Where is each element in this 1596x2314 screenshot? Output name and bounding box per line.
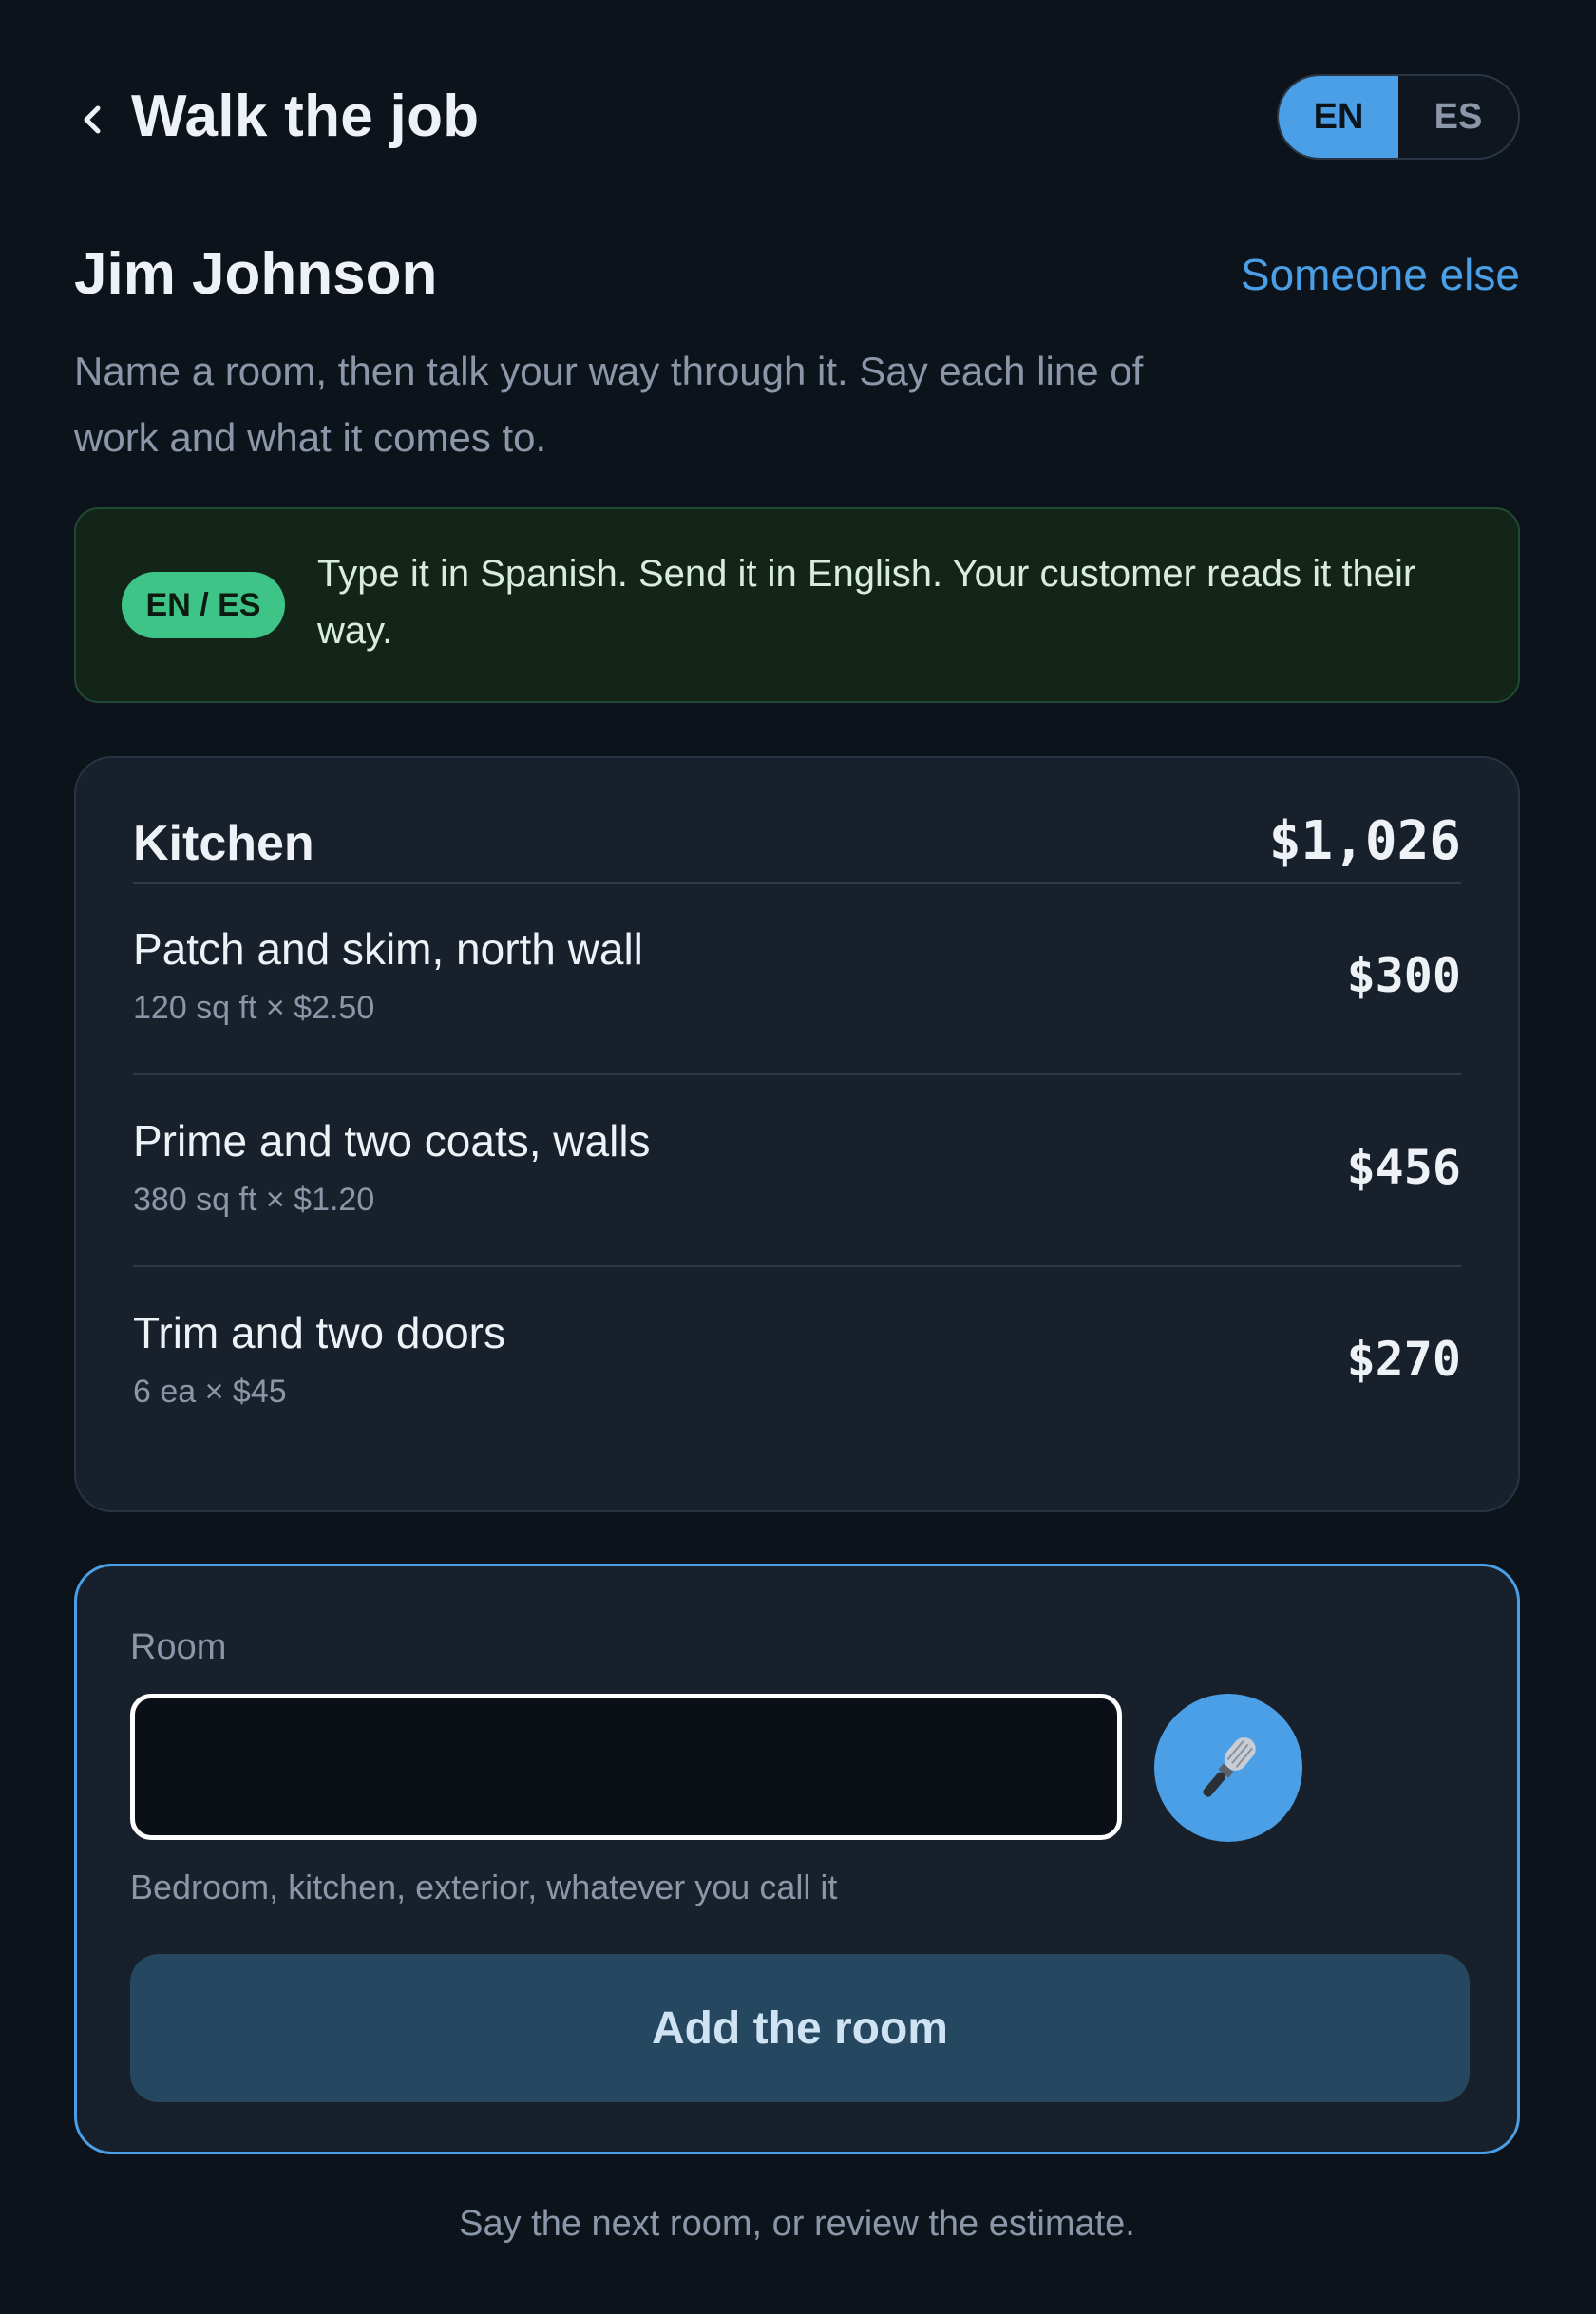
line-item-name: Patch and skim, north wall xyxy=(133,924,643,974)
line-item-name: Prime and two coats, walls xyxy=(133,1116,651,1166)
line-item-amount: $456 xyxy=(1346,1140,1461,1195)
customer-name: Jim Johnson xyxy=(74,241,438,307)
line-item[interactable]: Prime and two coats, walls 380 sq ft × $… xyxy=(133,1075,1461,1267)
microphone-icon xyxy=(1203,1737,1256,1797)
header: Walk the job EN ES xyxy=(74,74,1520,163)
room-total: $1,026 xyxy=(1268,810,1461,872)
line-item-detail: 380 sq ft × $1.20 xyxy=(133,1182,375,1218)
line-item-amount: $270 xyxy=(1346,1332,1461,1387)
translation-banner: EN / ES Type it in Spanish. Send it in E… xyxy=(74,507,1520,703)
footer-hint: Say the next room, or review the estimat… xyxy=(459,2204,1135,2244)
line-item-detail: 120 sq ft × $2.50 xyxy=(133,990,375,1026)
walk-the-job-screen: Walk the job EN ES Jim Johnson Someone e… xyxy=(74,0,1520,2314)
voice-input-button[interactable] xyxy=(1154,1694,1302,1842)
line-item[interactable]: Patch and skim, north wall 120 sq ft × $… xyxy=(133,883,1461,1075)
language-option-es[interactable]: ES xyxy=(1398,76,1518,158)
room-input[interactable] xyxy=(130,1694,1122,1840)
language-option-en[interactable]: EN xyxy=(1279,76,1398,158)
line-item-amount: $300 xyxy=(1346,948,1461,1003)
add-room-form: Room Bedroom, kitchen, exterior, whateve… xyxy=(74,1564,1520,2154)
intro-text: Name a room, then talk your way through … xyxy=(74,349,1144,460)
line-item-name: Trim and two doors xyxy=(133,1308,505,1357)
line-items: Patch and skim, north wall 120 sq ft × $… xyxy=(133,883,1461,1457)
line-item[interactable]: Trim and two doors 6 ea × $45 $270 xyxy=(133,1267,1461,1457)
line-item-detail: 6 ea × $45 xyxy=(133,1374,287,1410)
room-name: Kitchen xyxy=(133,816,314,871)
language-badge: EN / ES xyxy=(122,572,285,638)
add-room-button[interactable]: Add the room xyxy=(130,1954,1470,2102)
room-field-label: Room xyxy=(130,1627,227,1667)
language-toggle: EN ES xyxy=(1277,74,1520,160)
banner-text: Type it in Spanish. Send it in English. … xyxy=(317,553,1416,652)
room-card: Kitchen $1,026 Patch and skim, north wal… xyxy=(74,756,1520,1512)
chevron-left-icon xyxy=(84,105,101,134)
page-title: Walk the job xyxy=(131,84,480,149)
room-header: Kitchen $1,026 xyxy=(133,815,1461,884)
back-button[interactable] xyxy=(74,93,108,146)
room-field-hint: Bedroom, kitchen, exterior, whatever you… xyxy=(130,1868,838,1906)
someone-else-link[interactable]: Someone else xyxy=(1241,253,1520,296)
